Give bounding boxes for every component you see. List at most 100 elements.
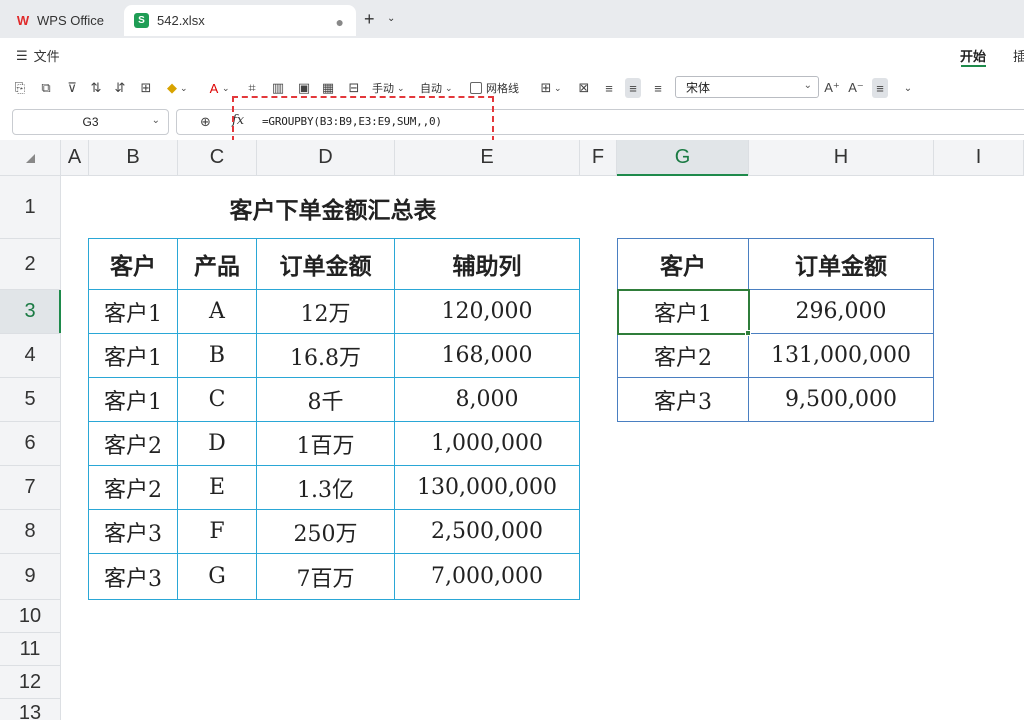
table1-cell[interactable]: 12万 [257,290,394,333]
borders-icon[interactable]: ⊞ [138,78,154,98]
font-color-icon[interactable]: A ⌄ [206,78,230,98]
align-center-icon[interactable]: ≡ [625,78,641,98]
column-header-d[interactable]: D [257,140,395,176]
table1-cell[interactable]: 7百万 [257,554,394,599]
filter-icon[interactable]: ⊽ [64,78,80,98]
calculate-icon[interactable]: ⊟ [346,78,362,98]
column-header-i[interactable]: I [934,140,1024,176]
row-header-5[interactable]: 5 [0,378,61,422]
menu-file[interactable]: ☰ 文件 [16,46,60,65]
calc-manual-dropdown[interactable]: 手动 ⌄ [372,78,405,98]
select-all-corner[interactable] [0,140,61,176]
menu-start[interactable]: 开始 [960,46,986,65]
row-header-7[interactable]: 7 [0,466,61,510]
table2-cell[interactable]: 296,000 [749,290,933,333]
row-header-11[interactable]: 11 [0,633,61,666]
chevron-down-icon[interactable]: ⌄ [387,13,395,24]
add-tab-icon[interactable]: + [364,9,375,30]
fill-handle[interactable] [745,330,751,336]
increase-font-icon[interactable]: A⁺ [824,78,840,98]
row-header-1[interactable]: 1 [0,176,61,239]
tab-wps-office[interactable]: W WPS Office [6,5,119,36]
zoom-icon[interactable]: ⊕ [200,114,211,130]
freeze-icon[interactable]: ▣ [296,78,312,98]
table1-cell[interactable]: 1,000,000 [395,422,579,465]
table1-cell[interactable]: 客户2 [89,422,177,465]
align-left-icon[interactable]: ≡ [601,78,617,98]
menu-insert[interactable]: 插 [1013,46,1024,65]
table2-cell[interactable]: 131,000,000 [749,334,933,377]
column-header-h[interactable]: H [749,140,934,176]
row-header-8[interactable]: 8 [0,510,61,554]
clear-format-icon[interactable]: ⊠ [576,78,592,98]
column-header-c[interactable]: C [178,140,257,176]
table2-header-customer[interactable]: 客户 [618,239,748,289]
table1-cell[interactable]: 8千 [257,378,394,421]
table1-cell[interactable]: 16.8万 [257,334,394,377]
row-header-12[interactable]: 12 [0,666,61,699]
font-family-select[interactable]: 宋体 ⌄ [675,76,819,98]
table1-header-helper[interactable]: 辅助列 [395,239,579,289]
gridlines-toggle[interactable]: 网格线 [470,78,519,98]
row-header-10[interactable]: 10 [0,600,61,633]
table1-cell[interactable]: 客户1 [89,334,177,377]
cell-style-icon[interactable]: ⌗ [244,78,260,98]
column-header-e[interactable]: E [395,140,580,176]
table2-cell[interactable]: 9,500,000 [749,378,933,421]
table1-cell[interactable]: 130,000,000 [395,466,579,509]
table1-header-product[interactable]: 产品 [178,239,256,289]
row-header-6[interactable]: 6 [0,422,61,466]
table2-header-amount[interactable]: 订单金额 [749,239,933,289]
table1-header-customer[interactable]: 客户 [89,239,177,289]
column-header-a[interactable]: A [61,140,89,176]
table1-cell[interactable]: B [178,334,256,377]
table1-cell[interactable]: 客户1 [89,378,177,421]
table1-cell[interactable]: 7,000,000 [395,554,579,599]
table1-cell[interactable]: 8,000 [395,378,579,421]
gridlines-checkbox[interactable] [470,82,482,94]
table2-cell[interactable]: 客户3 [618,378,748,421]
sort-ascending-icon[interactable]: ⇅ [88,78,104,98]
table1-header-amount[interactable]: 订单金额 [257,239,394,289]
row-header-9[interactable]: 9 [0,554,61,600]
text-align-icon[interactable]: ≡ [872,78,888,98]
table1-cell[interactable]: A [178,290,256,333]
name-box[interactable]: G3 ⌄ [12,109,169,135]
column-header-g[interactable]: G [617,140,749,176]
row-header-4[interactable]: 4 [0,334,61,378]
table1-cell[interactable]: 120,000 [395,290,579,333]
align-right-icon[interactable]: ≡ [650,78,666,98]
calc-auto-dropdown[interactable]: 自动 ⌄ [420,78,453,98]
table1-cell[interactable]: C [178,378,256,421]
table1-cell[interactable]: E [178,466,256,509]
column-icon[interactable]: ▥ [270,78,286,98]
table1-cell[interactable]: F [178,510,256,553]
table1-cell[interactable]: 1百万 [257,422,394,465]
table1-cell[interactable]: 客户3 [89,510,177,553]
table2-cell[interactable]: 客户2 [618,334,748,377]
table1-cell[interactable]: 168,000 [395,334,579,377]
table1-cell[interactable]: 客户2 [89,466,177,509]
fill-color-icon[interactable]: ◆ ⌄ [164,78,188,98]
table1-cell[interactable]: 250万 [257,510,394,553]
table-icon[interactable]: ▦ [320,78,336,98]
format-painter-icon[interactable]: ⧉ [38,78,54,98]
layout-icon[interactable]: ⊞ ⌄ [538,78,562,98]
table1-cell[interactable]: 1.3亿 [257,466,394,509]
sheet-title[interactable]: 客户下单金额汇总表 [178,188,488,228]
unsaved-dot-icon[interactable]: ● [336,14,344,30]
paste-icon[interactable]: ⎘ [12,78,28,98]
table1-cell[interactable]: D [178,422,256,465]
row-header-13[interactable]: 13 [0,699,61,720]
row-header-2[interactable]: 2 [0,239,61,290]
tab-file[interactable]: S 542.xlsx ● [124,5,356,36]
table1-cell[interactable]: G [178,554,256,599]
table1-cell[interactable]: 客户3 [89,554,177,599]
more-chevron-icon[interactable]: ⌄ [900,78,916,98]
sort-descending-icon[interactable]: ⇵ [112,78,128,98]
table1-cell[interactable]: 客户1 [89,290,177,333]
column-header-f[interactable]: F [580,140,617,176]
decrease-font-icon[interactable]: A⁻ [848,78,864,98]
row-header-3[interactable]: 3 [0,290,61,334]
table1-cell[interactable]: 2,500,000 [395,510,579,553]
